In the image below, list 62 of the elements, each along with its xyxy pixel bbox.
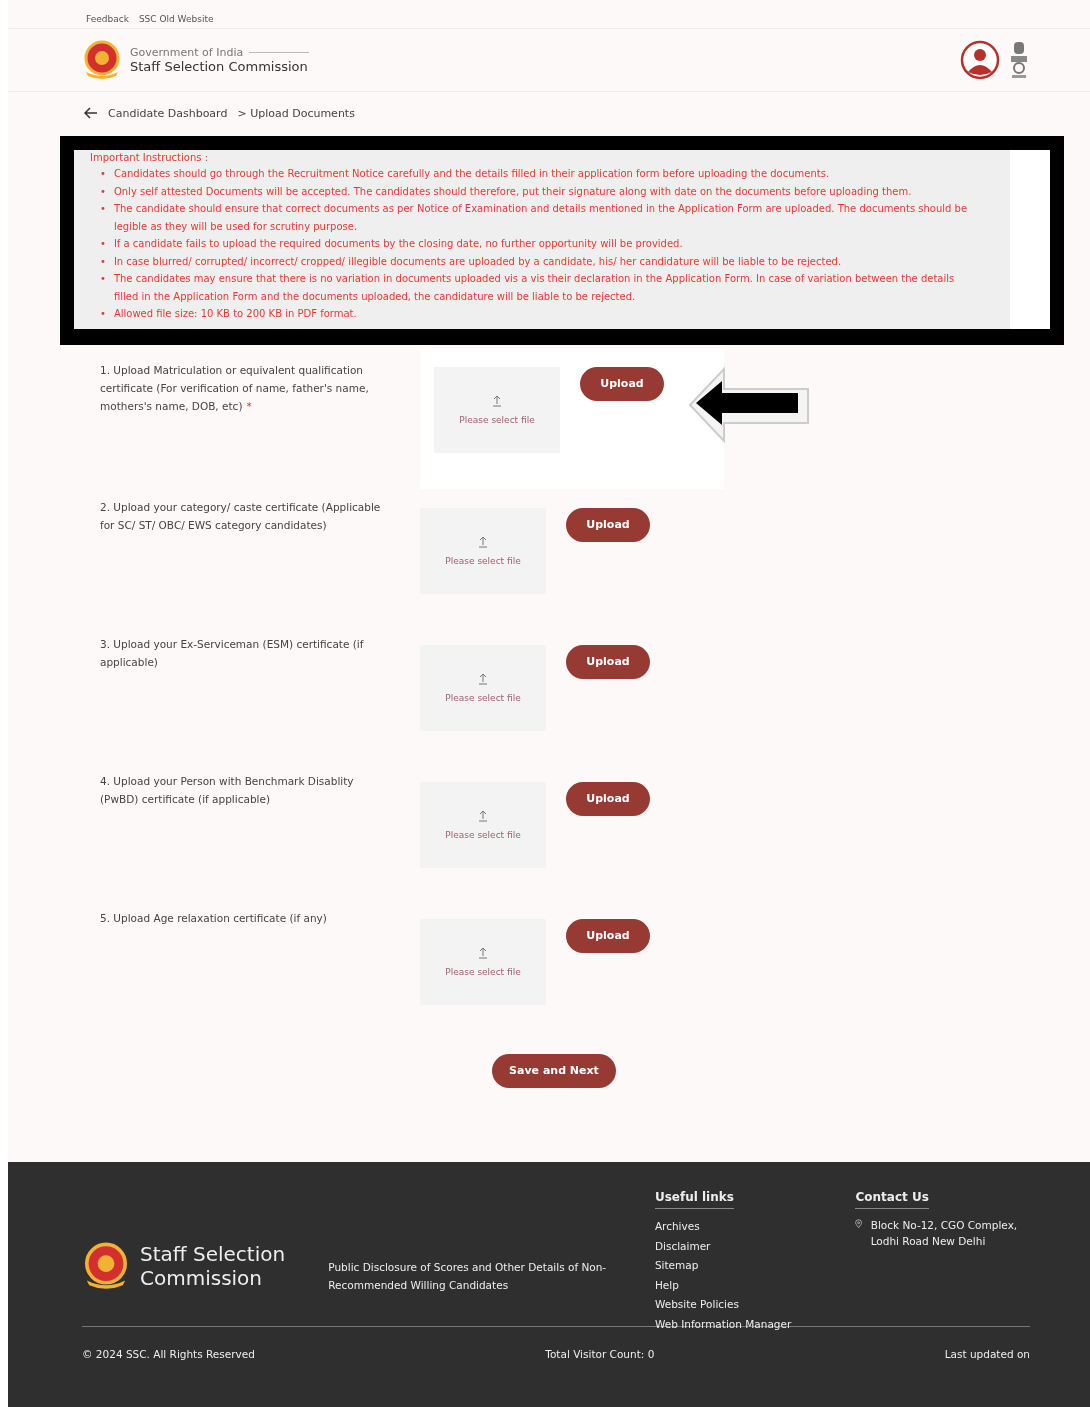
useful-links-heading: Useful links bbox=[654, 1190, 734, 1209]
file-drop-field[interactable]: Please select file bbox=[420, 781, 546, 868]
document-label: 1. Upload Matriculation or equivalent qualification certificate (For verification of name, father's name, mothers's name, DOB, etc) * bbox=[100, 362, 370, 414]
footer-link[interactable]: Website Policies bbox=[654, 1295, 830, 1315]
user-avatar-icon[interactable] bbox=[960, 40, 1000, 80]
instruction-item: Only self attested Documents will be accepted. The candidates should therefore, put their signature along with date on the documents before uploading them. bbox=[113, 184, 912, 199]
footer-link[interactable]: Disclaimer bbox=[654, 1236, 830, 1256]
document-label: 3. Upload your Ex-Serviceman (ESM) certificate (if applicable) bbox=[100, 636, 365, 670]
file-drop-field[interactable]: Please select file bbox=[420, 918, 546, 1005]
upload-icon bbox=[478, 535, 488, 548]
location-pin-icon bbox=[855, 1217, 863, 1231]
contact-heading: Contact Us bbox=[855, 1190, 929, 1209]
instruction-item: The candidates may ensure that there is no variation in documents uploaded vis a vis their declaration in the Application Form. In case of variation between the details filled in the Application Form and the documents uploaded, the candidature will be liable to be rejected. bbox=[113, 272, 956, 304]
bullet-mark: • bbox=[100, 184, 106, 199]
footer-link[interactable]: Web Information Manager bbox=[654, 1314, 830, 1334]
upload-button[interactable]: Upload bbox=[566, 918, 650, 953]
site-title: Staff Selection Commission bbox=[130, 59, 309, 74]
document-label: 4. Upload your Person with Benchmark Disablity (PwBD) certificate (if applicable) bbox=[100, 773, 355, 807]
top-link[interactable]: SSC Old Website bbox=[138, 14, 214, 28]
visitor-count: Total Visitor Count: 0 bbox=[545, 1348, 655, 1360]
contact-address: Block No-12, CGO Complex, Lodhi Road New Delhi bbox=[870, 1218, 1019, 1249]
instruction-item: The candidate should ensure that correct documents as per Notice of Examination and details mentioned in the Application Form are uploaded. The documents should be legible as they will be used for scrutiny purpose. bbox=[113, 202, 969, 234]
upload-button[interactable]: Upload bbox=[580, 366, 664, 401]
footer-link[interactable]: Sitemap bbox=[654, 1256, 830, 1276]
instruction-item: Candidates should go through the Recruitment Notice carefully and the details filled in their application form before uploading the documents. bbox=[113, 167, 830, 181]
emblem-logo bbox=[82, 40, 122, 80]
copyright-text: © 2024 SSC. All Rights Reserved bbox=[82, 1348, 255, 1360]
footer-link[interactable]: Help bbox=[654, 1275, 830, 1295]
instruction-item: In case blurred/ corrupted/ incorrect/ cropped/ illegible documents are uploaded by a candidate, his/ her candidature will be liable to be rejected. bbox=[113, 254, 842, 269]
org-line: Government of India bbox=[130, 46, 310, 59]
national-emblem-icon bbox=[1008, 40, 1030, 80]
breadcrumb-link[interactable]: > Upload Documents bbox=[237, 106, 355, 120]
instructions-heading: Important Instructions : bbox=[90, 152, 210, 163]
file-drop-field[interactable]: Please select file bbox=[434, 366, 560, 453]
last-updated-text: Last updated on bbox=[944, 1348, 1030, 1360]
bullet-mark: • bbox=[100, 307, 106, 321]
back-arrow-icon[interactable] bbox=[84, 107, 98, 119]
disclosure-link[interactable]: Public Disclosure of Scores and Other Details of Non-Recommended Willing Candidates bbox=[328, 1258, 629, 1294]
breadcrumb-link[interactable]: Candidate Dashboard bbox=[108, 106, 228, 120]
document-label: 5. Upload Age relaxation certificate (if any) bbox=[100, 910, 328, 926]
upload-button[interactable]: Upload bbox=[566, 781, 650, 816]
file-drop-field[interactable]: Please select file bbox=[420, 644, 546, 731]
emblem-logo bbox=[82, 1242, 130, 1290]
bullet-mark: • bbox=[100, 202, 106, 216]
upload-icon bbox=[478, 809, 488, 822]
file-drop-field[interactable]: Please select file bbox=[420, 507, 546, 594]
footer-link[interactable]: Archives bbox=[654, 1217, 830, 1237]
instruction-item: Allowed file size: 10 KB to 200 KB in PDF format. bbox=[113, 307, 357, 321]
top-link[interactable]: Feedback bbox=[86, 14, 129, 28]
upload-icon bbox=[478, 946, 488, 959]
bullet-mark: • bbox=[100, 237, 106, 251]
bullet-mark: • bbox=[100, 167, 106, 181]
upload-icon bbox=[478, 672, 488, 685]
upload-button[interactable]: Upload bbox=[566, 507, 650, 542]
upload-button[interactable]: Upload bbox=[566, 644, 650, 679]
footer-brand: Staff Selection Commission bbox=[140, 1242, 287, 1290]
bullet-mark: • bbox=[100, 254, 106, 269]
bullet-mark: • bbox=[100, 272, 106, 286]
instruction-item: If a candidate fails to upload the required documents by the closing date, no further opportunity will be provided. bbox=[113, 237, 683, 251]
document-label: 2. Upload your category/ caste certificate (Applicable for SC/ ST/ OBC/ EWS category candidates) bbox=[100, 499, 382, 533]
upload-icon bbox=[492, 394, 502, 407]
save-next-button[interactable]: Save and Next bbox=[492, 1053, 616, 1088]
